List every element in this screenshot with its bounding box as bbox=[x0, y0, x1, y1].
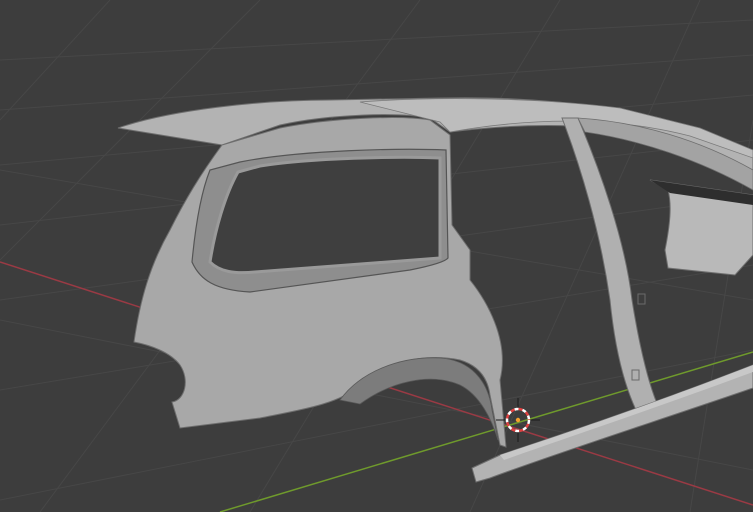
car-body-shell[interactable] bbox=[117, 97, 753, 483]
b-pillar[interactable] bbox=[561, 117, 661, 419]
rear-side-window-inner bbox=[208, 155, 442, 275]
b-pillar-hinge-upper bbox=[637, 293, 646, 305]
viewport-scene[interactable] bbox=[0, 0, 753, 512]
3d-viewport[interactable] bbox=[0, 0, 753, 512]
